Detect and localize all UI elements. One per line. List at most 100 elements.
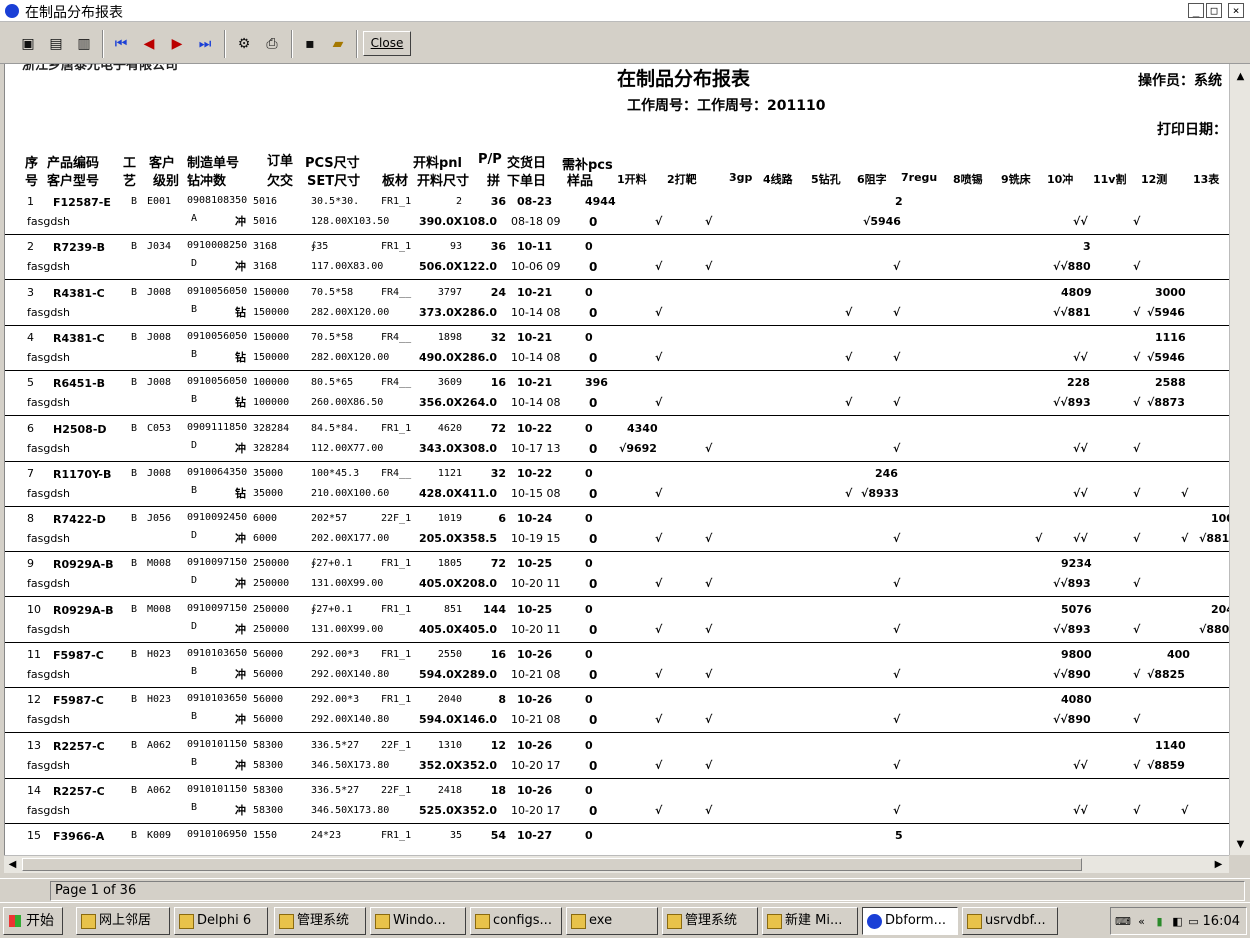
taskbar-item[interactable]: Dbform... [862, 907, 958, 935]
row-seq: 5 [27, 376, 34, 390]
row-process-value: 400 [1167, 648, 1190, 661]
row-process-check: √ [655, 486, 663, 500]
row-craft: B [131, 196, 138, 207]
row-pp: 144 [483, 602, 506, 616]
printer-setup-icon[interactable]: ⚙ [233, 33, 255, 55]
print-icon[interactable]: ⎙ [261, 33, 283, 55]
row-pcs-size: 80.5*65 [311, 377, 354, 389]
row-due-date: 10-24 [517, 512, 553, 526]
row-pp: 72 [490, 421, 506, 435]
row-cut-pnl: 1805 [437, 558, 462, 570]
taskbar-item[interactable]: usrvdbf... [962, 907, 1058, 935]
save-icon[interactable]: ▪ [299, 33, 321, 55]
row-process-check: √ [655, 758, 663, 772]
row-product-code: R7422-D [53, 513, 106, 527]
row-mfg-order: 0910092450 [187, 512, 248, 524]
row-sample: 0 [589, 305, 598, 320]
volume-icon[interactable]: ◧ [1171, 915, 1184, 928]
row-cut-size: 343.0X308.0 [419, 441, 498, 455]
row-pcs-size: 70.5*58 [311, 331, 354, 343]
network-icon[interactable]: ▮ [1153, 915, 1166, 928]
vertical-scrollbar[interactable]: ▲ ▼ [1229, 64, 1250, 855]
row-cut-pnl: 35 [449, 830, 462, 842]
row-process-check: √ [893, 668, 901, 681]
row-set-size: 346.50X173.80 [311, 759, 390, 771]
row-divider [5, 596, 1229, 598]
row-process-value: 4340 [627, 421, 658, 435]
row-process-check: √5946 [863, 215, 901, 228]
row-cut-size: 525.0X352.0 [419, 803, 498, 817]
row-customer: H023 [147, 694, 172, 706]
horizontal-scrollbar[interactable]: ◀ ▶ [4, 855, 1229, 873]
header-due-date: 交货日 [507, 156, 547, 171]
taskbar-item[interactable]: configs... [470, 907, 562, 935]
row-customer-model: fasgdsh [27, 577, 71, 591]
row-process-check: √√ [1073, 215, 1088, 228]
row-level: B [191, 484, 198, 496]
zoom-100-icon[interactable]: ▥ [73, 33, 95, 55]
scroll-up-icon[interactable]: ▲ [1232, 68, 1249, 85]
scroll-down-icon[interactable]: ▼ [1232, 836, 1249, 853]
row-pp: 32 [490, 330, 506, 344]
row-order-qty: 58300 [253, 784, 284, 796]
close-window-button[interactable]: × [1228, 3, 1244, 18]
taskbar-item[interactable]: exe [566, 907, 658, 935]
start-button[interactable]: 开始 [3, 907, 63, 935]
open-folder-icon[interactable]: ▰ [327, 33, 349, 55]
row-customer: A062 [147, 739, 172, 751]
row-process-check: √ [705, 803, 713, 817]
taskbar-item[interactable]: Windo... [370, 907, 466, 935]
horizontal-scroll-thumb[interactable] [22, 858, 1082, 871]
row-pcs-size: 202*57 [311, 513, 348, 525]
taskbar-item[interactable]: 管理系统 [662, 907, 758, 935]
row-divider [5, 324, 1229, 326]
taskbar-item[interactable]: Delphi 6 [174, 907, 268, 935]
row-process-check: √ [893, 350, 901, 364]
header-process-2: 2打靶 [667, 173, 697, 186]
row-customer: M008 [147, 558, 172, 570]
scroll-right-icon[interactable]: ▶ [1210, 856, 1227, 873]
row-pcs-size: 292.00*3 [311, 649, 360, 660]
header-panel: 拼 [487, 174, 501, 189]
tray-expand-icon[interactable]: « [1135, 915, 1148, 928]
prev-page-icon[interactable]: ◀ [138, 33, 160, 55]
row-process-check: √√890 [1053, 713, 1091, 727]
row-craft: B [131, 558, 138, 570]
row-process-check: √ [893, 441, 901, 455]
row-process-value: 3 [1083, 240, 1091, 254]
row-customer: H023 [147, 649, 172, 660]
taskbar-item[interactable]: 网上邻居 [76, 907, 170, 935]
taskbar-item[interactable]: 管理系统 [274, 907, 366, 935]
maximize-button[interactable]: □ [1206, 3, 1222, 18]
row-drill: 钻 [235, 486, 246, 500]
row-drill: 冲 [235, 803, 246, 817]
keyboard-icon[interactable]: ⌨ [1115, 915, 1131, 928]
monitor-icon[interactable]: ▭ [1187, 915, 1200, 928]
row-process-check: √ [1181, 486, 1189, 500]
row-process-check: √√880 [1053, 260, 1091, 274]
row-process-check: √8859 [1147, 758, 1185, 772]
row-owe-qty: 150000 [253, 351, 290, 363]
row-cut-pnl: 1121 [437, 467, 462, 479]
row-process-value: 2588 [1155, 376, 1186, 390]
row-seq: 10 [27, 602, 41, 616]
row-process-value: 9234 [1061, 557, 1092, 571]
taskbar-item[interactable]: 新建 Mi... [762, 907, 858, 935]
row-craft: B [131, 784, 138, 796]
row-process-check: √ [1133, 713, 1141, 727]
row-due-date: 10-25 [517, 602, 553, 616]
row-cut-size: 594.0X146.0 [419, 713, 498, 727]
minimize-button[interactable]: _ [1188, 3, 1204, 18]
row-craft: B [131, 739, 138, 751]
whole-page-icon[interactable]: ▣ [17, 33, 39, 55]
last-page-icon[interactable]: ⏭ [194, 33, 216, 55]
page-width-icon[interactable]: ▤ [45, 33, 67, 55]
next-page-icon[interactable]: ▶ [166, 33, 188, 55]
row-process-check: √ [655, 577, 663, 591]
first-page-icon[interactable]: ⏮ [110, 33, 132, 55]
scroll-left-icon[interactable]: ◀ [4, 856, 21, 873]
row-process-value: 1116 [1155, 330, 1186, 344]
row-owe-qty: 250000 [253, 623, 290, 635]
close-preview-button[interactable]: Close [363, 31, 411, 56]
row-req-pcs: 0 [585, 557, 593, 571]
